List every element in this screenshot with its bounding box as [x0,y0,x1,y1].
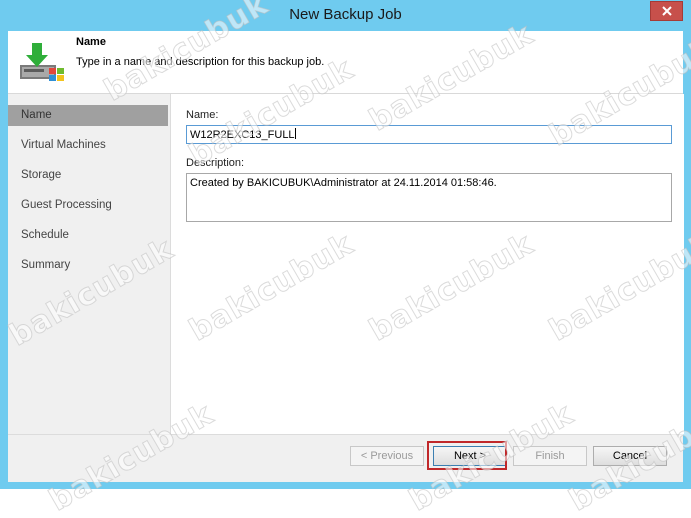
step-guest-processing[interactable]: Guest Processing [8,195,168,216]
text-caret [294,128,296,139]
name-value: W12R2EXC13_FULL [190,129,295,141]
description-label: Description: [186,157,245,169]
close-icon [661,6,672,16]
step-description: Type in a name and description for this … [76,56,325,68]
form-panel: Name: W12R2EXC13_FULL Description: Creat… [170,94,684,434]
wizard-footer: < Previous Next > Finish Cancel [8,434,683,482]
description-value: Created by BAKICUBUK\Administrator at 24… [190,177,497,189]
step-name[interactable]: Name [8,105,168,126]
backup-download-icon [20,43,64,81]
cancel-button[interactable]: Cancel [593,446,667,466]
step-summary[interactable]: Summary [8,255,168,276]
dialog-client-area: Name Type in a name and description for … [8,31,684,482]
window-frame: New Backup Job Name Type in a name and d… [0,0,691,489]
window-title: New Backup Job [289,6,402,23]
step-schedule[interactable]: Schedule [8,225,168,246]
step-storage[interactable]: Storage [8,165,168,186]
name-label: Name: [186,109,219,121]
description-input[interactable]: Created by BAKICUBUK\Administrator at 24… [186,173,672,222]
previous-button[interactable]: < Previous [350,446,424,466]
wizard-steps: Name Virtual Machines Storage Guest Proc… [8,94,168,434]
name-input[interactable]: W12R2EXC13_FULL [186,125,672,144]
next-button-highlight [427,441,507,470]
close-button[interactable] [650,1,683,21]
finish-button[interactable]: Finish [513,446,587,466]
step-title: Name [76,36,106,48]
title-bar[interactable]: New Backup Job [0,0,691,30]
wizard-header: Name Type in a name and description for … [8,31,683,94]
step-virtual-machines[interactable]: Virtual Machines [8,135,168,156]
